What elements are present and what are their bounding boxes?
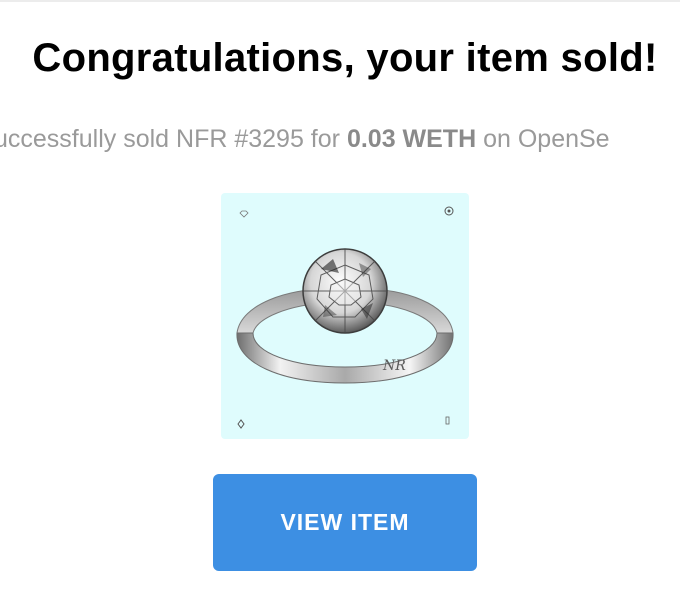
top-divider: [0, 0, 680, 2]
ring-image: NR: [236, 206, 454, 429]
sale-price: 0.03 WETH: [346, 125, 477, 153]
nft-image-card: NR: [221, 193, 469, 439]
view-item-button[interactable]: VIEW ITEM: [213, 474, 477, 571]
sale-summary-suffix: on OpenSe: [476, 125, 610, 153]
sparkle-icon: [444, 206, 454, 216]
sale-summary-prefix: uccessfully sold NFR #3295 for: [0, 125, 347, 153]
diamond-icon: [239, 210, 249, 218]
rhombus-icon: [237, 419, 245, 429]
ring-engraving: NR: [382, 358, 406, 374]
sale-summary: uccessfully sold NFR #3295 for 0.03 WETH…: [0, 124, 680, 154]
bar-icon: [445, 416, 450, 425]
page-title: Congratulations, your item sold!: [32, 36, 658, 80]
